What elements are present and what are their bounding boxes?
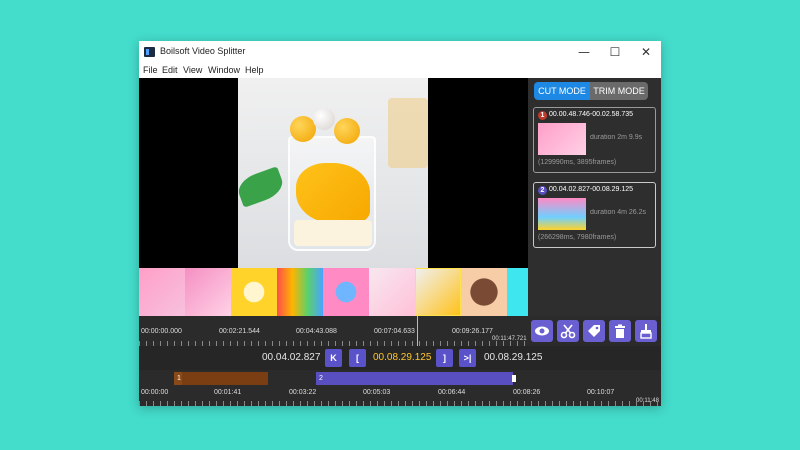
menu-file[interactable]: File [143,65,158,75]
timeline-tick-label: 00:03:22 [289,389,317,396]
trim-mode-button[interactable]: TRIM MODE [590,82,648,100]
leaf [238,166,287,208]
playhead[interactable] [417,316,418,346]
mango-slice [296,163,370,223]
segment-range: 00.04.02.827-00.08.29.125 [549,186,634,193]
preview-timeline[interactable]: 00:00:00.000 00:02:21.544 00:04:43.088 0… [139,316,528,346]
menu-view[interactable]: View [183,65,202,75]
main-timeline[interactable]: 1 2 00:00:00 00:01:41 00:03:22 00:05:03 … [139,370,661,406]
client-area: CUT MODE TRIM MODE 1 00.00.48.746-00.02.… [139,78,661,406]
timeline-tick-label: 00:09:26.177 [452,328,493,335]
segment-thumbnail [538,198,586,230]
menu-edit[interactable]: Edit [162,65,178,75]
timeline-tick-label: 00:07:04.633 [374,328,415,335]
thumbnail[interactable] [139,268,185,316]
timeline-tick-label: 00:02:21.544 [219,328,260,335]
minimize-button[interactable]: — [569,43,599,61]
mango-ball [334,118,360,144]
segment-label: 2 [319,375,323,382]
timeline-tick-label: 00:00:00 [141,389,169,396]
cut-mode-button[interactable]: CUT MODE [534,82,590,100]
broom-icon [640,324,652,339]
video-preview[interactable] [139,78,528,268]
dragonfruit-ball [313,108,335,130]
start-time[interactable]: 00.04.02.827 [262,352,320,363]
segment-end-handle[interactable] [512,375,516,382]
mark-in-button[interactable]: [ [349,349,366,367]
segment-number-badge: 2 [538,186,547,195]
segment-range: 00.00.48.746-00.02.58.735 [549,111,634,118]
timeline-segment-1[interactable]: 1 [174,372,268,385]
app-icon [144,47,155,57]
segment-duration: duration 4m 26.2s [590,209,647,216]
eye-icon [535,326,549,336]
trash-icon [615,324,625,338]
menu-window[interactable]: Window [208,65,240,75]
timeline-tick-label: 00:10:07 [587,389,615,396]
title-bar[interactable]: Boilsoft Video Splitter — ☐ ✕ [139,41,661,63]
menu-help[interactable]: Help [245,65,264,75]
segment-thumbnail [538,123,586,155]
mark-out-button[interactable]: ] [436,349,453,367]
window-title: Boilsoft Video Splitter [160,46,246,56]
menu-bar: File Edit View Window Help [139,63,661,78]
video-frame [238,78,428,268]
scissors-icon [560,324,576,339]
thumbnail-current[interactable] [415,268,461,316]
current-time[interactable]: 00.08.29.125 [373,352,431,363]
cream-layer [294,220,372,246]
thumbnail[interactable] [231,268,277,316]
close-button[interactable]: ✕ [631,43,661,61]
preview-button[interactable] [531,320,553,342]
thumbnail[interactable] [507,268,528,316]
app-window: Boilsoft Video Splitter — ☐ ✕ File Edit … [139,41,661,406]
segment-panel: CUT MODE TRIM MODE 1 00.00.48.746-00.02.… [528,78,661,316]
segment-label: 1 [177,375,181,382]
segment-number-badge: 1 [538,111,547,120]
segment-detail: (266298ms, 7980frames) [538,234,617,241]
maximize-button[interactable]: ☐ [600,43,630,61]
segment-card[interactable]: 2 00.04.02.827-00.08.29.125 duration 4m … [533,182,656,248]
tag-icon [588,325,600,337]
go-to-start-button[interactable]: K [325,349,342,367]
thumbnail[interactable] [461,268,507,316]
timeline-segment-2[interactable]: 2 [316,372,516,385]
timeline-tick-label: 00:05:03 [363,389,391,396]
clear-button[interactable] [635,320,657,342]
segment-card[interactable]: 1 00.00.48.746-00.02.58.735 duration 2m … [533,107,656,173]
cut-button[interactable] [557,320,579,342]
go-to-end-button[interactable]: >| [459,349,476,367]
timeline-tick-label: 00:04:43.088 [296,328,337,335]
timeline-tick-label: 00:08:26 [513,389,541,396]
timeline-tick-label: 00:01:41 [214,389,242,396]
segment-detail: (129990ms, 3895frames) [538,159,617,166]
segment-duration: duration 2m 9.9s [590,134,643,141]
timeline-tick-label: 00:00:00.000 [141,328,182,335]
timeline-tick-label: 00:06:44 [438,389,466,396]
delete-button[interactable] [609,320,631,342]
tag-button[interactable] [583,320,605,342]
background-glass [388,98,428,168]
toolbar [528,316,661,346]
timeline-ticks [139,401,661,406]
time-control-bar: 00.04.02.827 K [ 00.08.29.125 ] >| 00.08… [139,346,661,370]
thumbnail[interactable] [185,268,231,316]
thumbnail[interactable] [369,268,415,316]
thumbnail-strip[interactable] [139,268,528,316]
dessert-glass [288,136,376,251]
end-time[interactable]: 00.08.29.125 [484,352,542,363]
thumbnail[interactable] [323,268,369,316]
thumbnail[interactable] [277,268,323,316]
